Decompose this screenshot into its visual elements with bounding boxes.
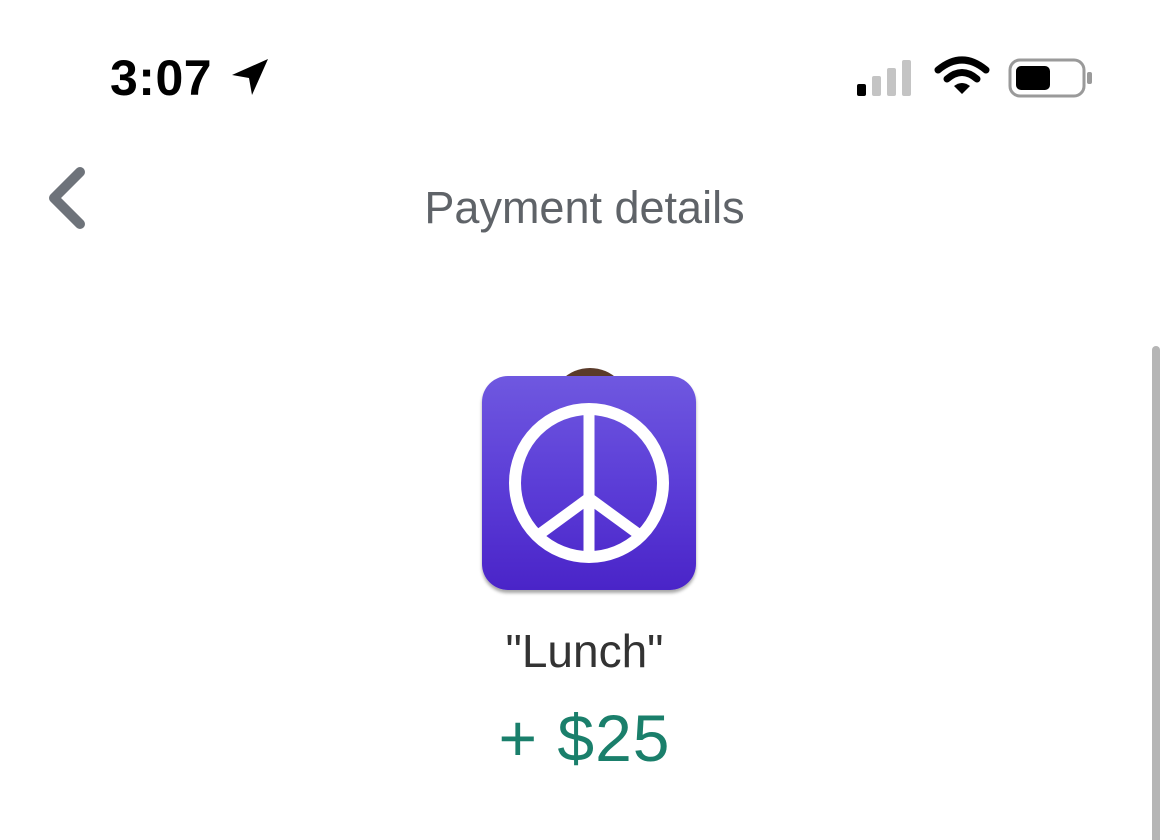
location-arrow-icon — [232, 59, 268, 95]
payment-amount: + $25 — [498, 701, 671, 775]
peace-sign-icon — [509, 403, 669, 563]
avatar — [480, 368, 698, 592]
status-time: 3:07 — [110, 50, 213, 106]
page-title: Payment details — [424, 182, 745, 233]
payment-memo: "Lunch" — [505, 625, 664, 677]
avatar-tile — [482, 376, 696, 590]
cellular-signal-icon — [857, 60, 911, 96]
payment-details-screen: 3:07 Payment details "Lunch" + $25 — [0, 0, 1169, 840]
battery-icon — [1008, 58, 1092, 98]
wifi-icon — [934, 56, 990, 94]
scrollbar[interactable] — [1152, 346, 1160, 840]
